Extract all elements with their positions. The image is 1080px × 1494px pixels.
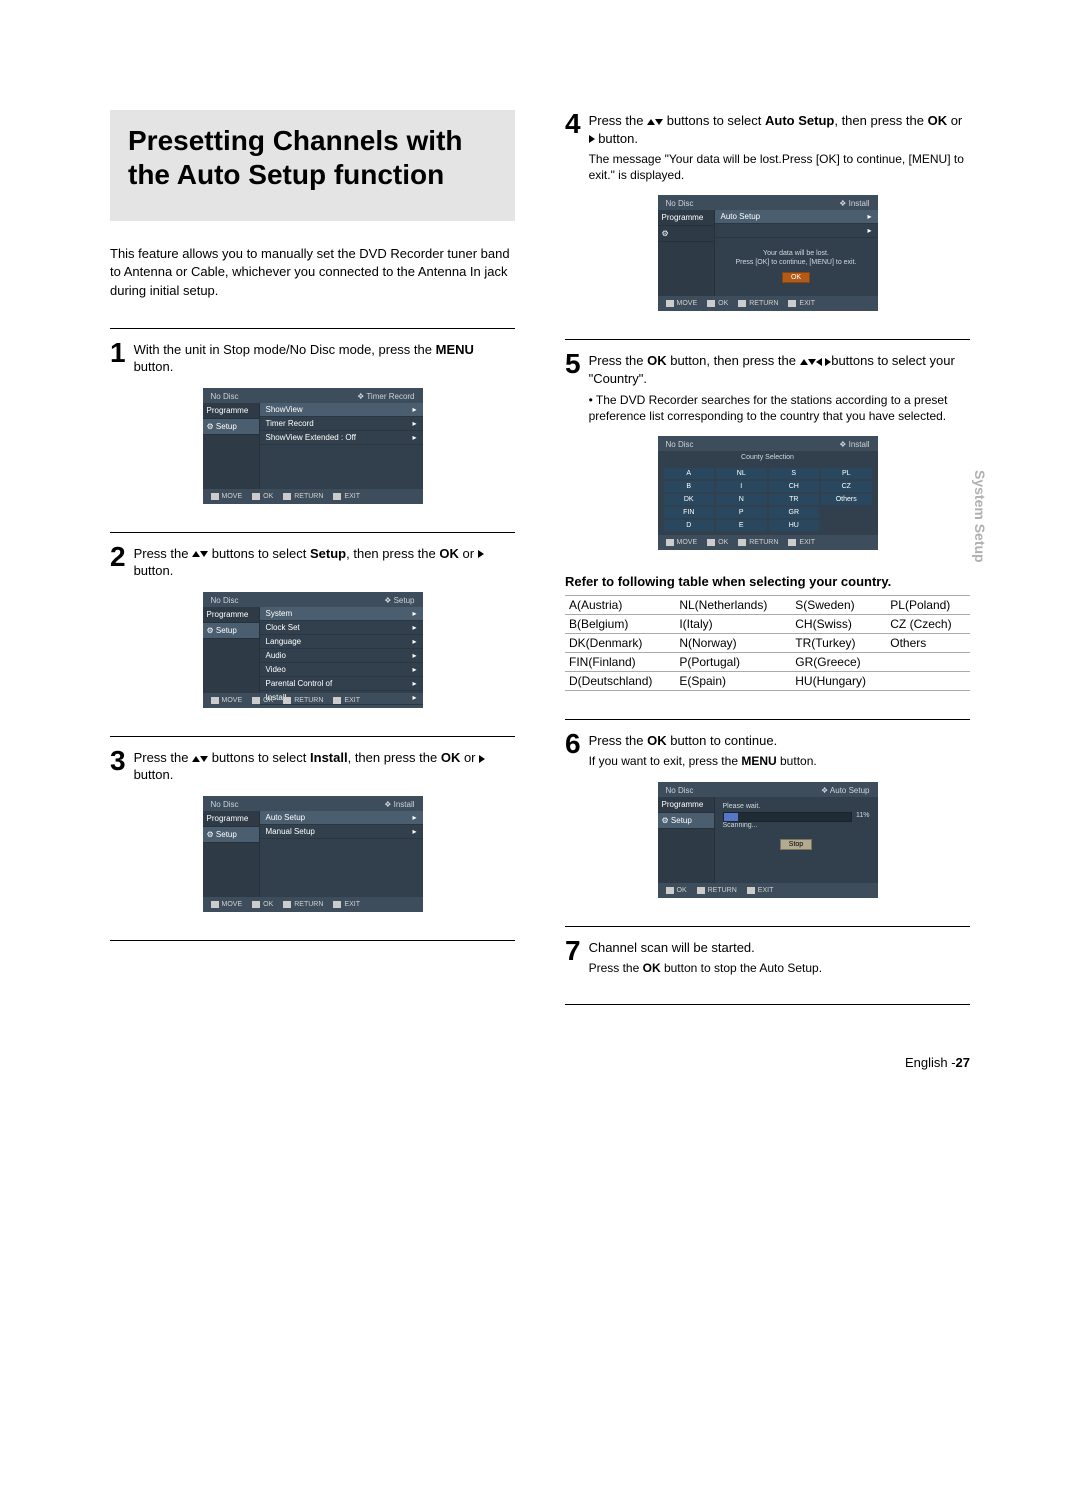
divider bbox=[110, 736, 515, 737]
move-icon bbox=[211, 493, 219, 500]
osd-screen-4: No Disc ❖ Install Programme ⚙ Auto Setup… bbox=[658, 195, 878, 311]
divider bbox=[565, 339, 970, 340]
step-subtext: • The DVD Recorder searches for the stat… bbox=[589, 392, 970, 424]
osd-side-programme: Programme bbox=[203, 403, 259, 419]
page-footer: English -27 bbox=[110, 1055, 970, 1070]
table-row: DK(Denmark)N(Norway)TR(Turkey)Others bbox=[565, 633, 970, 652]
divider bbox=[565, 719, 970, 720]
exit-icon bbox=[333, 493, 341, 500]
left-column: Presetting Channels with the Auto Setup … bbox=[110, 110, 515, 1015]
divider bbox=[110, 328, 515, 329]
step-7: 7 Channel scan will be started. Press th… bbox=[565, 937, 970, 977]
osd-screen-3: No Disc ❖ Install Programme ⚙ Setup Auto… bbox=[203, 796, 423, 912]
step-number: 3 bbox=[110, 747, 126, 775]
page-title: Presetting Channels with the Auto Setup … bbox=[128, 124, 497, 191]
osd-screen-2: No Disc ❖ Setup Programme ⚙ Setup System… bbox=[203, 592, 423, 708]
step-number: 5 bbox=[565, 350, 581, 378]
step-6: 6 Press the OK button to continue. If yo… bbox=[565, 730, 970, 770]
chevron-right-icon: ▸ bbox=[412, 419, 416, 428]
intro-text: This feature allows you to manually set … bbox=[110, 245, 515, 300]
step-number: 6 bbox=[565, 730, 581, 758]
stop-button: Stop bbox=[780, 839, 812, 850]
up-arrow-icon bbox=[192, 551, 200, 557]
chevron-right-icon: ▸ bbox=[412, 405, 416, 414]
table-row: B(Belgium)I(Italy)CH(Swiss)CZ (Czech) bbox=[565, 614, 970, 633]
osd-screen-6: No Disc ❖ Auto Setup Programme ⚙ Setup P… bbox=[658, 782, 878, 898]
chevron-right-icon: ▸ bbox=[412, 433, 416, 442]
step-text: button. bbox=[134, 359, 174, 374]
table-row: A(Austria)NL(Netherlands)S(Sweden)PL(Pol… bbox=[565, 595, 970, 614]
step-2: 2 Press the buttons to select Setup, the… bbox=[110, 543, 515, 580]
title-box: Presetting Channels with the Auto Setup … bbox=[110, 110, 515, 221]
gear-icon: ⚙ bbox=[207, 830, 214, 839]
step-text: With the unit in Stop mode/No Disc mode,… bbox=[134, 342, 436, 357]
gear-icon: ⚙ bbox=[662, 229, 669, 238]
osd-screen-5: No Disc ❖ Install County Selection A NL … bbox=[658, 436, 878, 550]
table-row: D(Deutschland)E(Spain)HU(Hungary) bbox=[565, 671, 970, 690]
gear-icon: ⚙ bbox=[662, 816, 669, 825]
osd-screen-1: No Disc ❖ Timer Record Programme ⚙ Setup… bbox=[203, 388, 423, 504]
step-subtext: The message "Your data will be lost.Pres… bbox=[589, 151, 970, 183]
gear-icon: ⚙ bbox=[207, 422, 214, 431]
scan-percent: 11% bbox=[856, 812, 870, 819]
divider bbox=[565, 1004, 970, 1005]
divider bbox=[110, 532, 515, 533]
bold: MENU bbox=[436, 342, 474, 357]
step-3: 3 Press the buttons to select Install, t… bbox=[110, 747, 515, 784]
divider bbox=[110, 940, 515, 941]
ok-button: OK bbox=[782, 272, 810, 283]
step-number: 7 bbox=[565, 937, 581, 965]
country-grid: A NL S PL B I CH CZ DK N TR Others FIN P bbox=[658, 464, 878, 535]
table-row: FIN(Finland)P(Portugal)GR(Greece) bbox=[565, 652, 970, 671]
down-arrow-icon bbox=[200, 551, 208, 557]
osd-side-setup: ⚙ Setup bbox=[203, 419, 259, 435]
osd-no-disc: No Disc bbox=[211, 392, 239, 401]
return-icon bbox=[283, 493, 291, 500]
right-column: 4 Press the buttons to select Auto Setup… bbox=[565, 110, 970, 1015]
gear-icon: ⚙ bbox=[207, 626, 214, 635]
page-number: 27 bbox=[956, 1055, 970, 1070]
side-tab: System Setup bbox=[972, 470, 988, 563]
scan-progress: Please wait. 11% Scanning... Stop bbox=[715, 797, 878, 883]
country-cell: A bbox=[664, 468, 715, 479]
step-number: 2 bbox=[110, 543, 126, 571]
step-1: 1 With the unit in Stop mode/No Disc mod… bbox=[110, 339, 515, 376]
osd-menu: ShowView▸ Timer Record▸ ShowView Extende… bbox=[260, 403, 423, 489]
scanning-label: Scanning... bbox=[723, 822, 870, 829]
step-number: 4 bbox=[565, 110, 581, 138]
table-note: Refer to following table when selecting … bbox=[565, 574, 970, 589]
country-table: A(Austria)NL(Netherlands)S(Sweden)PL(Pol… bbox=[565, 595, 970, 691]
ok-icon bbox=[252, 493, 260, 500]
step-5: 5 Press the OK button, then press the bu… bbox=[565, 350, 970, 423]
osd-breadcrumb: ❖ Timer Record bbox=[357, 392, 414, 401]
divider bbox=[565, 926, 970, 927]
osd-dialog: Your data will be lost. Press [OK] to co… bbox=[715, 238, 878, 293]
step-number: 1 bbox=[110, 339, 126, 367]
step-4: 4 Press the buttons to select Auto Setup… bbox=[565, 110, 970, 183]
county-selection-title: County Selection bbox=[658, 451, 878, 464]
right-arrow-icon bbox=[478, 550, 484, 558]
